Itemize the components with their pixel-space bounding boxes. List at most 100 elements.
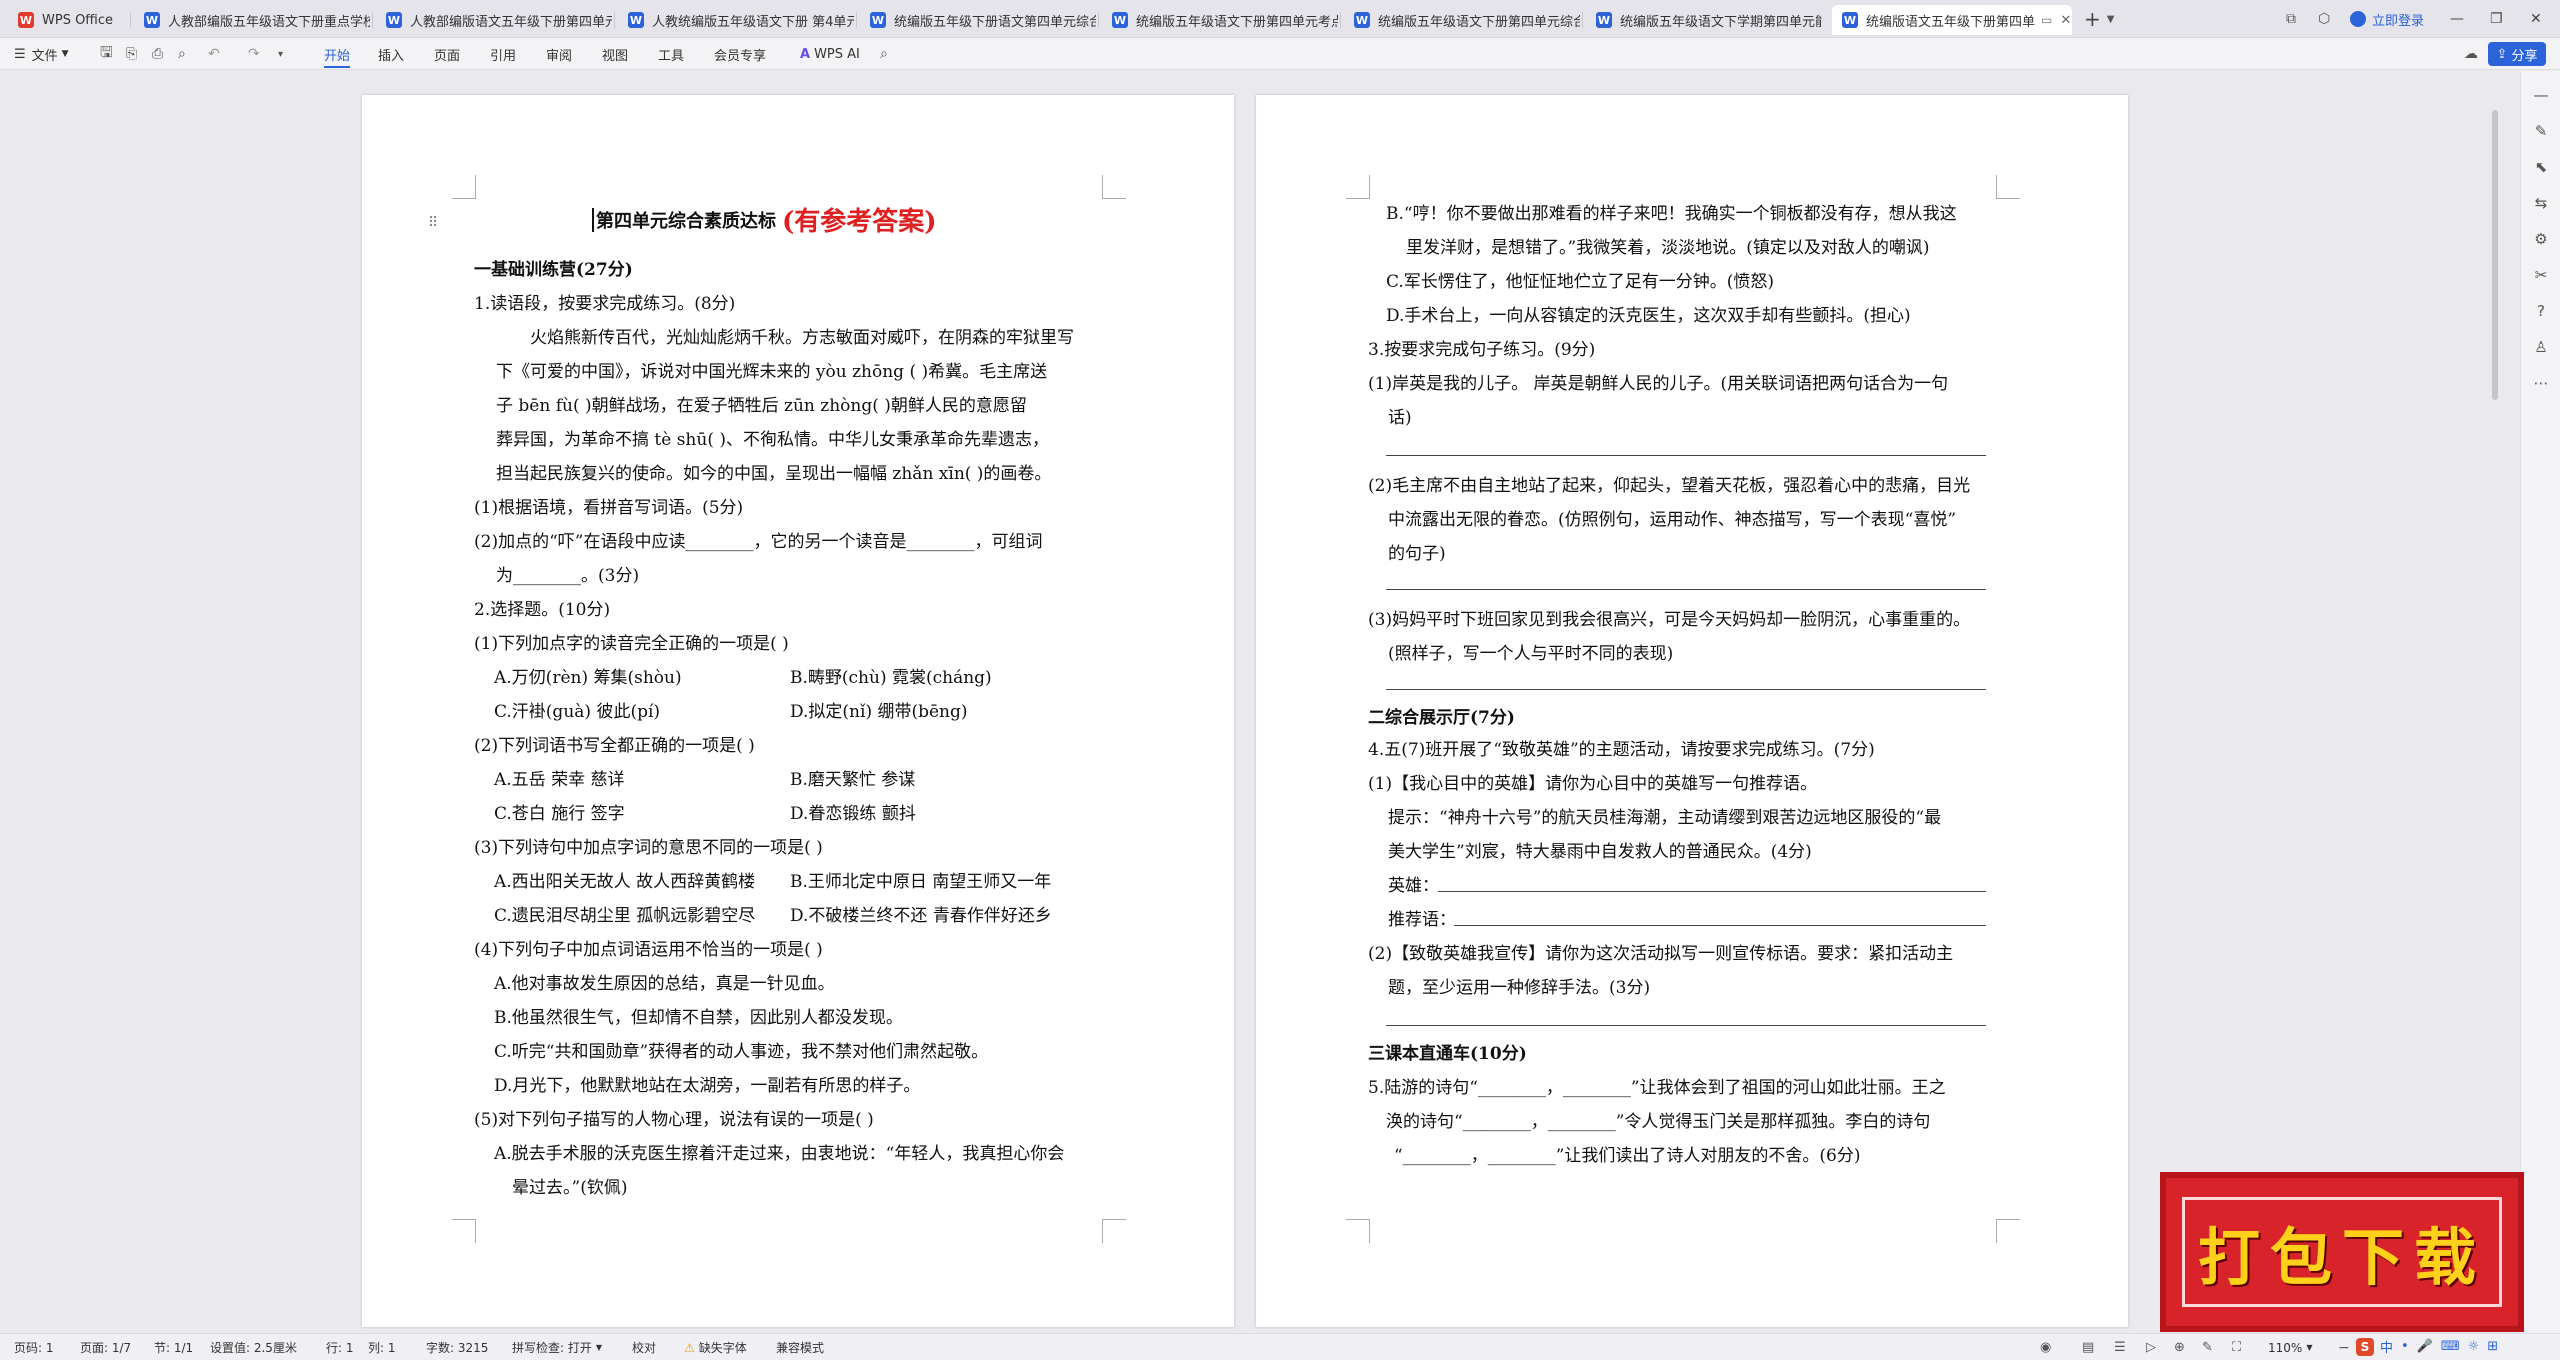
- eye-icon[interactable]: ◉: [2040, 1334, 2051, 1360]
- menu-page[interactable]: 页面: [434, 38, 460, 70]
- share-button[interactable]: ⇪ 分享: [2488, 42, 2546, 66]
- vertical-scrollbar[interactable]: [2492, 110, 2498, 400]
- question-text: 为________。(3分): [496, 566, 640, 586]
- outline-icon[interactable]: ☰: [2114, 1334, 2126, 1360]
- ime-toolbar[interactable]: S 中 • 🎤 ⌨ ☼ ⊞: [2356, 1334, 2498, 1359]
- play-icon[interactable]: ▷: [2146, 1334, 2156, 1360]
- drag-handle-icon[interactable]: ⠿: [428, 215, 438, 231]
- question-text: 4.五(7)班开展了“致敬英雄”的主题活动，请按要求完成练习。(7分): [1368, 740, 1875, 760]
- edit-icon[interactable]: ✎: [2202, 1334, 2213, 1360]
- answer-line[interactable]: [1386, 1025, 1986, 1026]
- menu-tools[interactable]: 工具: [658, 38, 684, 70]
- document-page-left[interactable]: ⠿ 第四单元综合素质达标 (有参考答案) 一基础训练营(27分) 1.读语段，按…: [362, 95, 1234, 1327]
- wps-ai-button[interactable]: A WPS AI: [800, 38, 860, 70]
- tab-doc-7[interactable]: W 统编版五年级语文下学期第四单元能: [1586, 5, 1822, 35]
- menu-review[interactable]: 审阅: [546, 38, 572, 70]
- status-page[interactable]: 页码: 1: [14, 1334, 54, 1360]
- help-icon[interactable]: ?: [2531, 301, 2551, 321]
- word-doc-icon: W: [1596, 12, 1612, 28]
- page-view-icon[interactable]: ▤: [2082, 1334, 2094, 1360]
- status-proof[interactable]: 校对: [632, 1334, 656, 1360]
- shirt-icon[interactable]: ♙: [2531, 337, 2551, 357]
- tab-label: 统编版语文五年级下册第四单: [1866, 14, 2036, 30]
- tab-doc-2[interactable]: W 人教部编版语文五年级下册第四单元: [376, 5, 612, 35]
- more-icon[interactable]: ⋯: [2531, 373, 2551, 393]
- passage-line: 担当起民族复兴的使命。如今的中国，呈现出一幅幅 zhǎn xīn( )的画卷。: [496, 464, 1052, 484]
- menu-view[interactable]: 视图: [602, 38, 628, 70]
- tab-doc-active[interactable]: W 统编版语文五年级下册第四单 ▭ ✕: [1832, 5, 2072, 35]
- maximize-icon[interactable]: ❐: [2490, 6, 2503, 32]
- option-text: C.苍白 施行 签字: [494, 804, 625, 824]
- tab-label: 人教部编版五年级语文下册重点学校5: [168, 14, 370, 30]
- print-preview-icon[interactable]: ⌕: [178, 38, 186, 70]
- question-text: (3)妈妈平时下班回家见到我会很高兴，可是今天妈妈却一脸阴沉，心事重重的。: [1368, 610, 1971, 630]
- cube-icon[interactable]: ⬡: [2318, 6, 2330, 32]
- punctuation-icon: •: [2401, 1339, 2409, 1354]
- question-text: (1)岸英是我的儿子。 岸英是朝鲜人民的儿子。(用关联词语把两句话合为一句: [1368, 374, 1949, 394]
- warning-icon: ⚠: [684, 1340, 695, 1355]
- word-doc-icon: W: [870, 12, 886, 28]
- more-chevron-icon[interactable]: ▾: [278, 38, 283, 70]
- window-restore-icon[interactable]: ⧉: [2286, 6, 2296, 32]
- undo-icon[interactable]: ↶: [208, 38, 220, 70]
- search-icon[interactable]: ⌕: [880, 38, 888, 70]
- web-view-icon[interactable]: ⊕: [2174, 1334, 2185, 1360]
- download-promo-banner[interactable]: 打包下载: [2160, 1172, 2524, 1332]
- status-missing-font[interactable]: ⚠ 缺失字体: [684, 1334, 747, 1360]
- answer-line[interactable]: [1454, 925, 1986, 926]
- ribbon-toolbar: ☰ 文件 ▼ 🖫 ⎘ ⎙ ⌕ ↶ ↷ ▾ 开始 插入 页面 引用 审阅 视图 工…: [0, 38, 2560, 70]
- menu-insert[interactable]: 插入: [378, 38, 404, 70]
- menu-home[interactable]: 开始: [324, 38, 351, 70]
- chevron-down-icon: ▼: [2306, 1343, 2313, 1352]
- format-icon[interactable]: ⚙: [2531, 229, 2551, 249]
- word-doc-icon: W: [1112, 12, 1128, 28]
- select-icon[interactable]: ⬉: [2531, 157, 2551, 177]
- zoom-level[interactable]: 110% ▼: [2268, 1334, 2312, 1360]
- tab-doc-4[interactable]: W 统编版五年级下册语文第四单元综合: [860, 5, 1096, 35]
- answer-line[interactable]: [1386, 455, 1986, 456]
- tab-label: 人教部编版语文五年级下册第四单元: [410, 14, 612, 30]
- passage-line: 下《可爱的中国》，诉说对中国光辉未来的 yòu zhōng ( )希冀。毛主席送: [496, 362, 1048, 382]
- status-row[interactable]: 行: 1: [326, 1334, 354, 1360]
- status-col[interactable]: 列: 1: [368, 1334, 396, 1360]
- field-label: 英雄：: [1388, 876, 1439, 896]
- status-words[interactable]: 字数: 3215: [426, 1334, 488, 1360]
- close-tab-icon[interactable]: ✕: [2060, 13, 2071, 28]
- tab-wps-office[interactable]: W WPS Office: [8, 5, 128, 35]
- answer-line[interactable]: [1386, 689, 1986, 690]
- collapse-icon[interactable]: —: [2531, 85, 2551, 105]
- status-spell[interactable]: 拼写检查: 打开 ▼: [512, 1334, 602, 1360]
- question-text: (4)下列句子中加点词语运用不恰当的一项是( ): [474, 940, 823, 960]
- menu-references[interactable]: 引用: [490, 38, 516, 70]
- fit-icon[interactable]: ⛶: [2232, 1334, 2241, 1360]
- cloud-icon[interactable]: ☁: [2464, 38, 2478, 70]
- status-pages[interactable]: 页面: 1/7: [80, 1334, 131, 1360]
- document-page-right[interactable]: B.“哼！你不要做出那难看的样子来吧！我确实一个铜板都没有存，想从我这 里发洋财…: [1256, 95, 2128, 1327]
- tools-icon[interactable]: ✂: [2531, 265, 2551, 285]
- tab-doc-1[interactable]: W 人教部编版五年级语文下册重点学校5: [134, 5, 370, 35]
- pen-icon[interactable]: ✎: [2531, 121, 2551, 141]
- menu-member[interactable]: 会员专享: [714, 38, 766, 70]
- status-compat[interactable]: 兼容模式: [776, 1334, 824, 1360]
- export-pdf-icon[interactable]: ⎘: [126, 38, 137, 70]
- option-text: D.手术台上，一向从容镇定的沃克医生，这次双手却有些颤抖。(担心): [1386, 306, 1911, 326]
- tab-doc-5[interactable]: W 统编版五年级语文下册第四单元考点: [1102, 5, 1338, 35]
- status-section[interactable]: 节: 1/1: [154, 1334, 193, 1360]
- word-doc-icon: W: [1842, 12, 1858, 28]
- file-menu[interactable]: ☰ 文件 ▼: [14, 38, 69, 70]
- close-window-icon[interactable]: ✕: [2530, 6, 2542, 32]
- new-tab-button[interactable]: + ▼: [2084, 6, 2114, 32]
- tab-doc-3[interactable]: W 人教统编版五年级语文下册 第4单元: [618, 5, 854, 35]
- login-button[interactable]: 立即登录: [2350, 6, 2424, 32]
- redo-icon[interactable]: ↷: [248, 38, 260, 70]
- print-icon[interactable]: ⎙: [152, 38, 163, 70]
- zoom-out-icon[interactable]: −: [2338, 1334, 2350, 1360]
- minimize-icon[interactable]: —: [2450, 6, 2464, 32]
- tab-doc-6[interactable]: W 统编版五年级语文下册第四单元综合: [1344, 5, 1580, 35]
- answer-line[interactable]: [1386, 589, 1986, 590]
- translate-icon[interactable]: ⇆: [2531, 193, 2551, 213]
- save-icon[interactable]: 🖫: [100, 38, 113, 70]
- status-setting[interactable]: 设置值: 2.5厘米: [210, 1334, 297, 1360]
- answer-line[interactable]: [1438, 891, 1986, 892]
- option-text: A.五岳 荣幸 慈详: [494, 770, 625, 790]
